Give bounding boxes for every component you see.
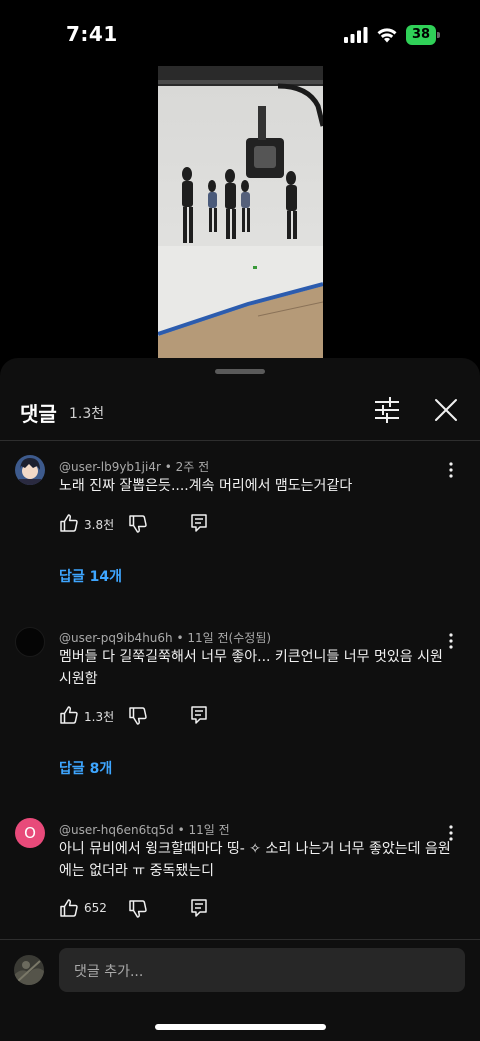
comment-author[interactable]: @user-hq6en6tq5d bbox=[59, 823, 174, 837]
comment-actions: 1.3천 bbox=[59, 705, 259, 727]
video-thumbnail[interactable] bbox=[158, 66, 323, 366]
black-circle-avatar[interactable] bbox=[15, 627, 45, 657]
avatar-letter: O bbox=[24, 824, 36, 842]
header-divider bbox=[0, 440, 480, 441]
comment-text: 아니 뮤비에서 윙크할때마다 띵- ✧ 소리 나는거 너무 좋았는데 음원에는 … bbox=[59, 841, 451, 879]
sliders-icon[interactable] bbox=[374, 397, 400, 423]
comment-text: 노래 진짜 잘뽑은듯....계속 머리에서 맴도는거같다 bbox=[59, 478, 353, 494]
cellular-signal-icon bbox=[344, 27, 368, 43]
view-replies-link[interactable]: 답글 8개 bbox=[59, 758, 112, 778]
comment-actions: 3.8천 bbox=[59, 513, 259, 535]
reply-comment-icon[interactable] bbox=[190, 705, 208, 725]
wifi-icon bbox=[377, 28, 397, 43]
anime-character-avatar[interactable] bbox=[15, 455, 45, 485]
comment-text: 멤버들 다 길쭉길쭉해서 너무 좋아... 키큰언니들 너무 멋있음 시원 시원… bbox=[59, 649, 443, 687]
comment-author[interactable]: @user-pq9ib4hu6h bbox=[59, 631, 173, 645]
reply-comment-icon[interactable] bbox=[190, 513, 208, 533]
comment-time: 11일 전(수정됨) bbox=[187, 631, 272, 645]
comment-meta: @user-hq6en6tq5d • 11일 전 bbox=[59, 823, 230, 837]
add-comment-placeholder: 댓글 추가... bbox=[74, 964, 144, 980]
comment-actions: 652 bbox=[59, 898, 259, 920]
thumbs-up-icon[interactable] bbox=[59, 898, 79, 918]
comment-author[interactable]: @user-lb9yb1ji4r bbox=[59, 460, 161, 474]
user-avatar bbox=[14, 955, 44, 985]
view-replies-link[interactable]: 답글 14개 bbox=[59, 566, 122, 586]
comments-title: 댓글 bbox=[20, 402, 57, 426]
like-count: 652 bbox=[84, 901, 107, 915]
thumbs-up-icon[interactable] bbox=[59, 513, 79, 533]
status-bar: 7:41 38 bbox=[0, 0, 480, 66]
video-player[interactable] bbox=[0, 66, 480, 366]
reply-comment-icon[interactable] bbox=[190, 898, 208, 918]
like-count: 1.3천 bbox=[84, 710, 115, 724]
thumbs-down-icon[interactable] bbox=[128, 514, 148, 534]
comments-count: 1.3천 bbox=[69, 406, 105, 422]
compose-divider bbox=[0, 939, 480, 940]
close-icon[interactable] bbox=[432, 396, 460, 424]
battery-level: 38 bbox=[411, 27, 431, 42]
thumbs-up-icon[interactable] bbox=[59, 705, 79, 725]
comment-time: 11일 전 bbox=[188, 823, 230, 837]
status-time: 7:41 bbox=[66, 22, 118, 46]
add-comment-input[interactable]: 댓글 추가... bbox=[59, 948, 465, 992]
letter-avatar[interactable]: O bbox=[15, 818, 45, 848]
comment-meta: @user-lb9yb1ji4r • 2주 전 bbox=[59, 460, 210, 474]
comment-meta: @user-pq9ib4hu6h • 11일 전(수정됨) bbox=[59, 631, 272, 645]
thumbs-down-icon[interactable] bbox=[128, 706, 148, 726]
drag-handle[interactable] bbox=[215, 369, 265, 374]
like-count: 3.8천 bbox=[84, 518, 115, 532]
thumbs-down-icon[interactable] bbox=[128, 899, 148, 919]
home-indicator[interactable] bbox=[155, 1024, 326, 1030]
comment-time: 2주 전 bbox=[175, 460, 210, 474]
battery-indicator: 38 bbox=[406, 25, 440, 45]
